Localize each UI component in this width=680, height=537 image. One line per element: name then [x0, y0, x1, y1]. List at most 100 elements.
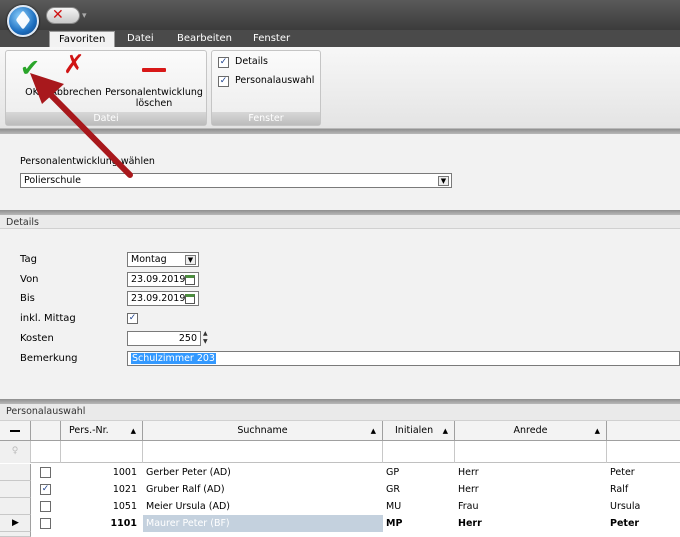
calendar-icon[interactable] [185, 275, 195, 285]
filter-cell[interactable] [455, 441, 607, 463]
select-all-toggle[interactable] [0, 421, 31, 441]
tag-label: Tag [20, 254, 37, 265]
calendar-icon[interactable] [185, 294, 195, 304]
filter-icon[interactable]: ♀ [0, 441, 31, 463]
selection-label: Personalentwicklung wählen [20, 156, 155, 167]
anrede-cell: Herr [458, 467, 479, 478]
column-label: Initialen [395, 425, 434, 436]
selection-panel [0, 134, 680, 210]
suchname-cell: Gruber Ralf (AD) [146, 484, 225, 495]
row-header[interactable]: ▶ [0, 515, 31, 532]
row-checkbox[interactable]: ✓ [40, 484, 51, 495]
row-checkbox[interactable] [40, 518, 51, 529]
suchname-cell: Gerber Peter (AD) [146, 467, 231, 478]
row-header[interactable] [0, 464, 31, 481]
bis-date-field[interactable]: 23.09.2019 [127, 291, 199, 306]
filter-cell[interactable] [607, 441, 680, 463]
tab-datei[interactable]: Datei [118, 31, 163, 47]
current-row-indicator-icon: ▶ [12, 518, 19, 528]
grid-filter-row: ♀ [0, 441, 680, 463]
group-label: Datei [6, 112, 206, 125]
group-label: Fenster [212, 112, 320, 125]
ok-label: OK [25, 87, 39, 98]
row-header[interactable] [0, 481, 31, 498]
sort-up-icon: ▲ [594, 427, 600, 435]
column-header-suchname[interactable]: Suchname ▲ [143, 421, 383, 441]
bis-value: 23.09.2019 [131, 293, 186, 304]
anrede-cell: Herr [458, 518, 482, 529]
selection-value: Polierschule [24, 175, 81, 186]
column-header-anrede[interactable]: Anrede ▲ [455, 421, 607, 441]
filter-cell[interactable] [143, 441, 383, 463]
row-checkbox[interactable] [40, 467, 51, 478]
von-label: Von [20, 274, 39, 285]
von-date-field[interactable]: 23.09.2019 [127, 272, 199, 287]
row-header[interactable] [0, 498, 31, 515]
personalentwicklung-select[interactable]: Polierschule ▼ [20, 173, 452, 188]
sort-up-icon: ▲ [442, 427, 448, 435]
chevron-down-icon[interactable]: ▼ [438, 176, 449, 186]
suchname-cell: Meier Ursula (AD) [146, 501, 230, 512]
ok-button[interactable]: ✔ OK [12, 52, 52, 98]
persnr-cell: 1001 [112, 467, 137, 478]
kosten-label: Kosten [20, 333, 54, 344]
kosten-spinner[interactable]: ▲ ▼ [203, 330, 208, 346]
column-header-persnr[interactable]: Pers.-Nr. ▲ [61, 421, 143, 441]
filter-cell[interactable] [383, 441, 455, 463]
kosten-value: 250 [178, 333, 197, 344]
row-checkbox[interactable] [40, 501, 51, 512]
tab-bearbeiten[interactable]: Bearbeiten [168, 31, 241, 47]
vorname-cell: Ralf [610, 484, 629, 495]
chevron-down-icon[interactable]: ▼ [185, 255, 196, 265]
grid-header-row: Pers.-Nr. ▲ Suchname ▲ Initialen ▲ Anrede ▲ [0, 421, 680, 441]
filter-cell[interactable] [31, 441, 61, 463]
tab-fenster[interactable]: Fenster [244, 31, 299, 47]
persnr-cell: 1101 [110, 518, 137, 529]
bemerkung-field[interactable]: Schulzimmer 203 [127, 351, 680, 366]
row-header[interactable] [0, 532, 31, 537]
tab-favoriten[interactable]: Favoriten [49, 31, 116, 47]
initialen-cell: GP [386, 467, 400, 478]
table-row[interactable]: ✓ 1021 Gruber Ralf (AD) GR Herr Ralf [0, 481, 680, 498]
mittag-checkbox[interactable]: ✓ [127, 313, 138, 324]
table-row[interactable]: 1001 Gerber Peter (AD) GP Herr Peter [0, 464, 680, 481]
table-row[interactable] [0, 532, 680, 537]
sort-up-icon: ▲ [130, 427, 136, 435]
title-bar [0, 0, 680, 30]
minus-icon [142, 68, 166, 72]
column-header-vorname[interactable] [607, 421, 680, 441]
column-header-initialen[interactable]: Initialen ▲ [383, 421, 455, 441]
table-row[interactable]: 1051 Meier Ursula (AD) MU Frau Ursula [0, 498, 680, 515]
personalentwicklung-loeschen-button[interactable]: Personalentwicklung löschen [104, 52, 204, 110]
abbrechen-button[interactable]: ✗ Abbrechen [50, 50, 102, 98]
loeschen-label-line2: löschen [135, 98, 173, 109]
mittag-label: inkl. Mittag [20, 313, 76, 324]
checkbox-column-header [31, 421, 61, 441]
details-panel [0, 229, 680, 399]
personalauswahl-header: Personalauswahl [0, 404, 680, 421]
application-menu-button[interactable] [7, 5, 39, 37]
column-label: Suchname [237, 425, 288, 436]
bemerkung-label: Bemerkung [20, 353, 78, 364]
suchname-cell: Maurer Peter (BF) [143, 515, 383, 532]
tag-value: Montag [131, 254, 167, 265]
kosten-field[interactable]: 250 [127, 331, 201, 346]
bemerkung-value: Schulzimmer 203 [131, 353, 216, 364]
anrede-cell: Herr [458, 484, 479, 495]
vorname-cell: Ursula [610, 501, 641, 512]
close-icon: ✕ [52, 7, 64, 23]
sort-up-icon: ▲ [370, 427, 376, 435]
details-toggle[interactable]: ✓ Details [218, 56, 318, 69]
table-row-focused[interactable]: ▶ 1101 Maurer Peter (BF) MP Herr Peter [0, 515, 680, 532]
quick-access-close-button[interactable]: ✕ [46, 7, 80, 24]
quick-access-dropdown-icon[interactable]: ▾ [82, 11, 87, 21]
details-toggle-label: Details [235, 56, 268, 67]
vorname-cell: Peter [610, 518, 640, 529]
personalauswahl-toggle[interactable]: ✓ Personalauswahl [218, 75, 318, 88]
tag-select[interactable]: Montag ▼ [127, 252, 199, 267]
personalauswahl-toggle-label: Personalauswahl [235, 75, 315, 86]
personalauswahl-checkbox[interactable]: ✓ [218, 76, 229, 87]
details-checkbox[interactable]: ✓ [218, 57, 229, 68]
filter-cell[interactable] [61, 441, 143, 463]
von-value: 23.09.2019 [131, 274, 186, 285]
